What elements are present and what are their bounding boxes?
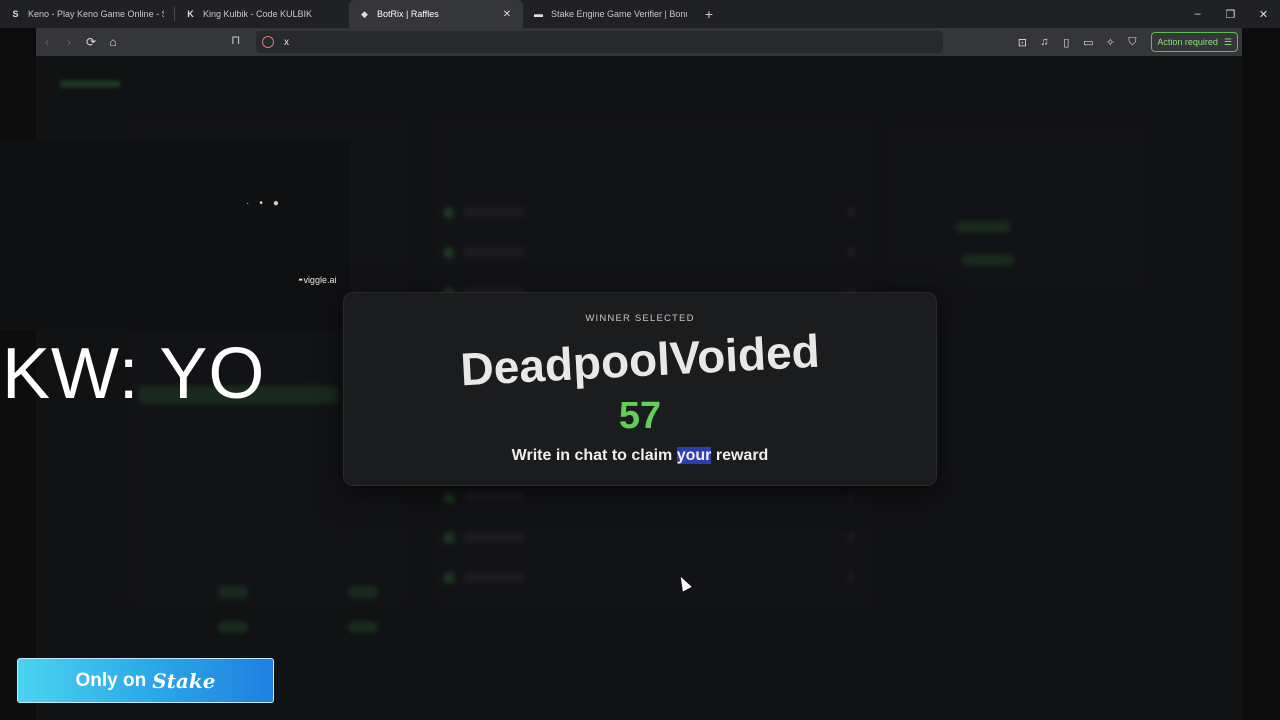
browser-toolbar: ‹ › ⟳ ⌂ ⊓ x ⊡ ♫ ▯ ▭ ✧ ⛉ Action required … bbox=[36, 28, 1242, 56]
winner-number: 57 bbox=[618, 395, 662, 437]
forward-arrow-icon[interactable]: › bbox=[58, 31, 80, 53]
tab-title: Keno - Play Keno Game Online - Stak bbox=[28, 9, 164, 19]
stake-promo-banner: Only on Stake bbox=[17, 658, 274, 703]
tab-king-kulbik[interactable]: K King Kulbik - Code KULBIK bbox=[175, 0, 349, 28]
new-tab-button[interactable]: + bbox=[697, 6, 721, 22]
loading-dots: ·•● bbox=[246, 198, 289, 209]
window-controls: – ❐ ✕ bbox=[1181, 0, 1280, 28]
list-item bbox=[444, 531, 854, 547]
list-item bbox=[444, 246, 854, 262]
winner-modal: WINNER SELECTED DeadpoolVoided 57 Write … bbox=[343, 292, 937, 486]
address-bar[interactable]: x bbox=[256, 31, 943, 53]
kulbik-favicon-icon: K bbox=[187, 9, 194, 19]
stake-favicon-icon: S bbox=[12, 9, 19, 19]
list-item bbox=[444, 491, 854, 507]
home-icon[interactable]: ⌂ bbox=[102, 31, 124, 53]
tab-strip: S Keno - Play Keno Game Online - Stak K … bbox=[0, 0, 1280, 28]
list-item bbox=[444, 571, 854, 587]
claim-text-after: reward bbox=[711, 447, 769, 464]
banner-prefix: Only on bbox=[75, 669, 147, 691]
ai-sparkle-icon[interactable]: ✧ bbox=[1101, 31, 1119, 53]
toggle-shape bbox=[348, 586, 378, 598]
music-icon[interactable]: ♫ bbox=[1035, 31, 1053, 53]
action-required-label: Action required bbox=[1157, 37, 1218, 47]
last-winner-panel bbox=[886, 126, 1146, 286]
tab-title: King Kulbik - Code KULBIK bbox=[203, 9, 313, 19]
tab-stake-engine-verifier[interactable]: ▬ Stake Engine Game Verifier | BonusH bbox=[523, 0, 697, 28]
tab-keno[interactable]: S Keno - Play Keno Game Online - Stak bbox=[0, 0, 174, 28]
action-required-button[interactable]: Action required ☰ bbox=[1151, 32, 1238, 52]
close-tab-icon[interactable]: ✕ bbox=[501, 9, 513, 20]
claim-text-highlighted: your bbox=[676, 447, 712, 464]
wallet-icon[interactable]: ▭ bbox=[1079, 31, 1097, 53]
webcam-overlay bbox=[0, 140, 350, 330]
site-logo: ▬▬▬ bbox=[60, 70, 120, 92]
tab-title: BotRix | Raffles bbox=[377, 9, 439, 19]
botrix-favicon-icon: ◆ bbox=[361, 8, 368, 19]
toggle-shape bbox=[218, 586, 248, 598]
url-text: x bbox=[284, 36, 289, 48]
badge-shape bbox=[962, 254, 1014, 266]
back-arrow-icon[interactable]: ‹ bbox=[36, 31, 58, 53]
close-window-button[interactable]: ✕ bbox=[1247, 0, 1280, 28]
screen: S Keno - Play Keno Game Online - Stak K … bbox=[0, 0, 1280, 720]
site-info-icon[interactable] bbox=[262, 36, 274, 48]
stake-logo: Stake bbox=[152, 668, 216, 693]
bonushunt-favicon-icon: ▬ bbox=[534, 9, 543, 19]
tab-title: Stake Engine Game Verifier | BonusH bbox=[551, 9, 687, 19]
viggle-watermark: ◓viggle.ai bbox=[298, 275, 336, 285]
shield-icon[interactable]: ⛉ bbox=[1123, 31, 1141, 53]
keyword-overlay-text: KW: YO bbox=[2, 334, 266, 414]
minimize-button[interactable]: – bbox=[1181, 0, 1214, 28]
toggle-shape bbox=[218, 621, 248, 633]
toggle-shape bbox=[348, 621, 378, 633]
toolbar-extensions: ⊡ ♫ ▯ ▭ ✧ ⛉ Action required ☰ bbox=[1013, 31, 1238, 53]
list-item bbox=[444, 206, 854, 222]
sidebar-icon[interactable]: ▯ bbox=[1057, 31, 1075, 53]
reload-icon[interactable]: ⟳ bbox=[80, 31, 102, 53]
viggle-label: viggle.ai bbox=[303, 275, 337, 285]
winner-name: DeadpoolVoided bbox=[459, 324, 821, 396]
claim-text-before: Write in chat to claim bbox=[511, 447, 677, 464]
screenshot-icon[interactable]: ⊡ bbox=[1013, 31, 1031, 53]
tab-botrix-raffles[interactable]: ◆ BotRix | Raffles ✕ bbox=[349, 0, 523, 28]
badge-shape bbox=[956, 221, 1011, 233]
restore-button[interactable]: ❐ bbox=[1214, 0, 1247, 28]
bookmark-icon[interactable]: ⊓ bbox=[231, 33, 240, 47]
menu-icon: ☰ bbox=[1223, 36, 1232, 47]
claim-instruction: Write in chat to claim your reward bbox=[344, 447, 936, 465]
